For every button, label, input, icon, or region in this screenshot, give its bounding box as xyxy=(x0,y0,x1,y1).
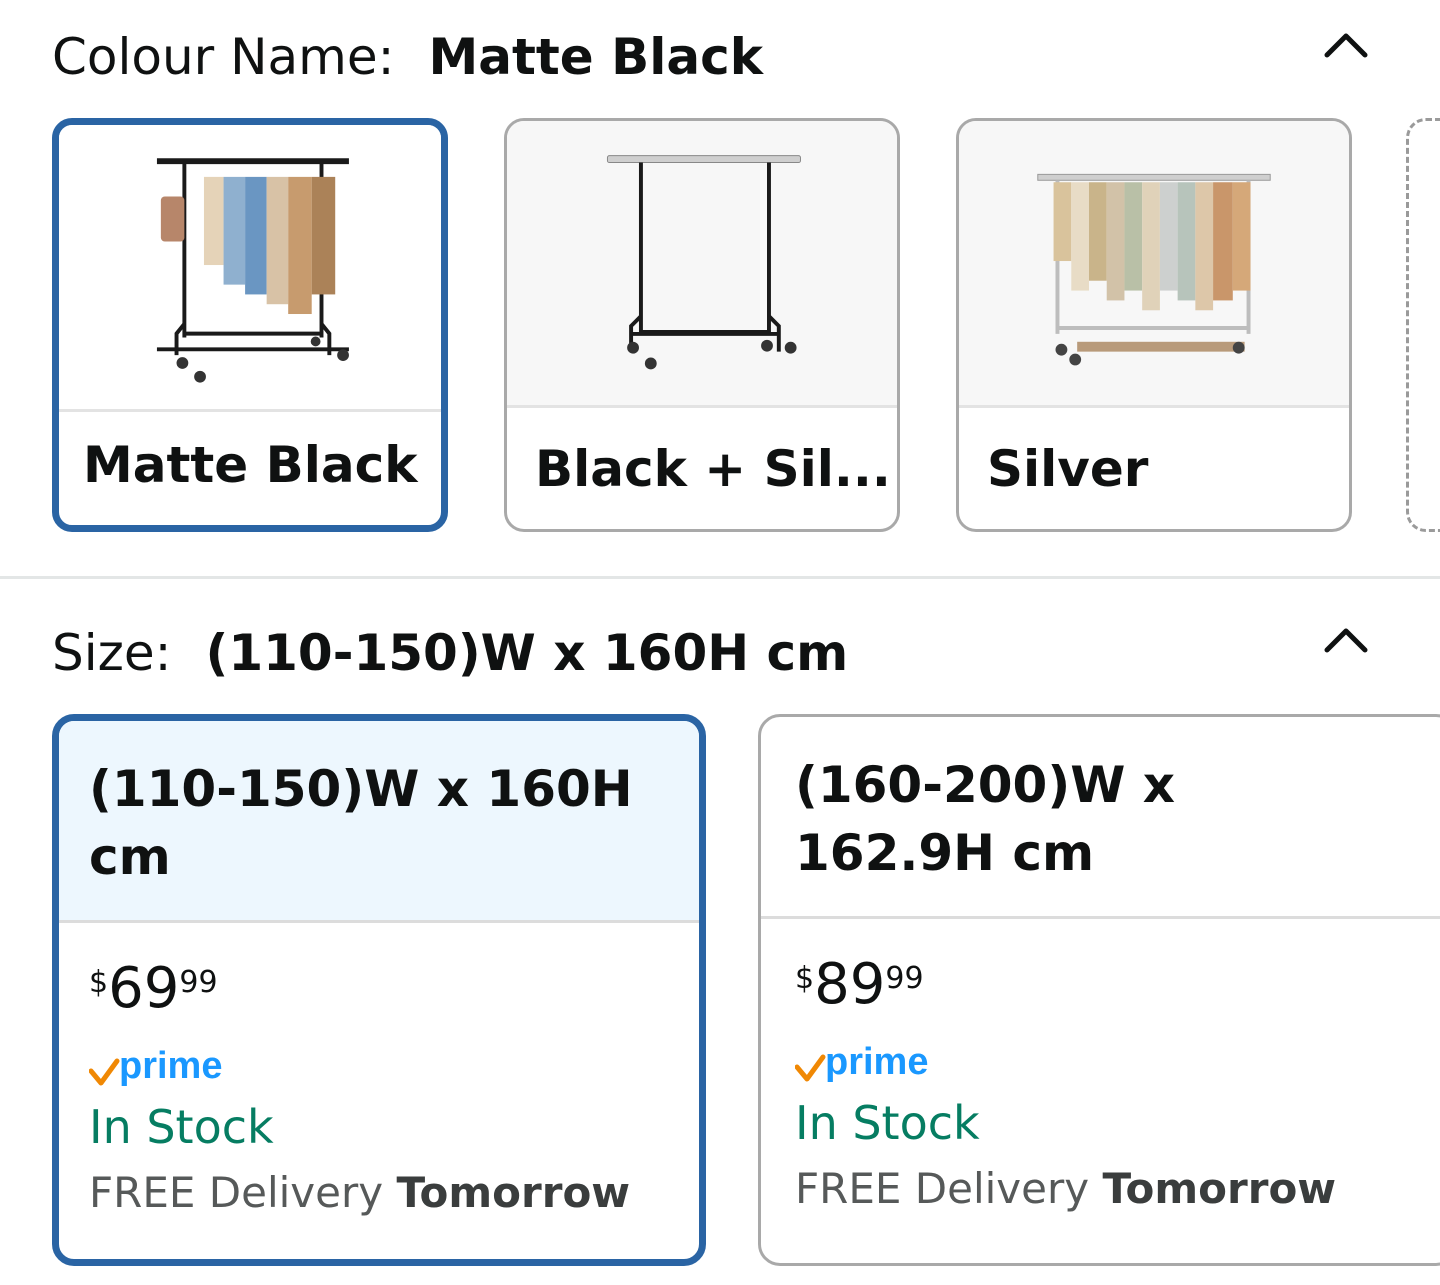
price-fraction: 99 xyxy=(179,965,218,1000)
prime-text: prime xyxy=(119,1045,222,1087)
black-silver-product-image xyxy=(507,121,897,408)
prime-check-icon xyxy=(795,1054,826,1082)
size-selected-value: (110-150)W x 160H cm xyxy=(205,624,849,682)
prime-check-icon xyxy=(89,1058,120,1086)
size-option-label: (110-150)W x 160H cm xyxy=(59,721,699,923)
colour-label: Colour Name: xyxy=(52,28,395,86)
colour-option-label: Black + Sil... xyxy=(535,440,891,498)
price: $ 89 99 xyxy=(795,955,1336,1025)
colour-collapse-chevron-up-icon[interactable] xyxy=(1316,22,1376,66)
price-currency: $ xyxy=(795,961,815,996)
price-fraction: 99 xyxy=(885,961,924,996)
size-option-110-150[interactable]: (110-150)W x 160H cm $ 69 99 prime In St… xyxy=(52,714,706,1266)
size-label: Size: xyxy=(52,624,172,682)
delivery-day: Tomorrow xyxy=(396,1168,631,1217)
prime-text: prime xyxy=(825,1041,928,1083)
delivery-info: FREE Delivery Tomorrow xyxy=(89,1165,630,1221)
price-whole: 89 xyxy=(814,952,886,1017)
matte-black-product-image xyxy=(59,125,441,412)
size-option-label: (160-200)W x 162.9H cm xyxy=(761,717,1440,919)
colour-header: Colour Name: Matte Black xyxy=(52,28,763,86)
prime-badge: prime xyxy=(89,1045,630,1089)
size-collapse-chevron-up-icon[interactable] xyxy=(1316,617,1376,661)
colour-option-black-silver[interactable]: Black + Sil... xyxy=(504,118,900,532)
colour-option-label: Matte Black xyxy=(83,436,418,494)
delivery-prefix: FREE Delivery xyxy=(795,1164,1090,1213)
stock-status: In Stock xyxy=(89,1100,274,1154)
price-currency: $ xyxy=(89,965,109,1000)
delivery-prefix: FREE Delivery xyxy=(89,1168,384,1217)
prime-badge: prime xyxy=(795,1041,1336,1085)
size-option-160-200[interactable]: (160-200)W x 162.9H cm $ 89 99 prime In … xyxy=(758,714,1440,1266)
delivery-day: Tomorrow xyxy=(1102,1164,1337,1213)
colour-option-matte-black[interactable]: Matte Black xyxy=(52,118,448,532)
delivery-info: FREE Delivery Tomorrow xyxy=(795,1161,1336,1217)
stock-status: In Stock xyxy=(795,1096,980,1150)
price: $ 69 99 xyxy=(89,959,630,1029)
silver-product-image xyxy=(959,121,1349,408)
price-whole: 69 xyxy=(108,956,180,1021)
colour-option-silver[interactable]: Silver xyxy=(956,118,1352,532)
colour-option-more-partial[interactable] xyxy=(1406,118,1440,532)
section-divider xyxy=(0,576,1440,579)
size-header: Size: (110-150)W x 160H cm xyxy=(52,624,848,682)
colour-selected-value: Matte Black xyxy=(428,28,763,86)
colour-option-label: Silver xyxy=(987,440,1149,498)
